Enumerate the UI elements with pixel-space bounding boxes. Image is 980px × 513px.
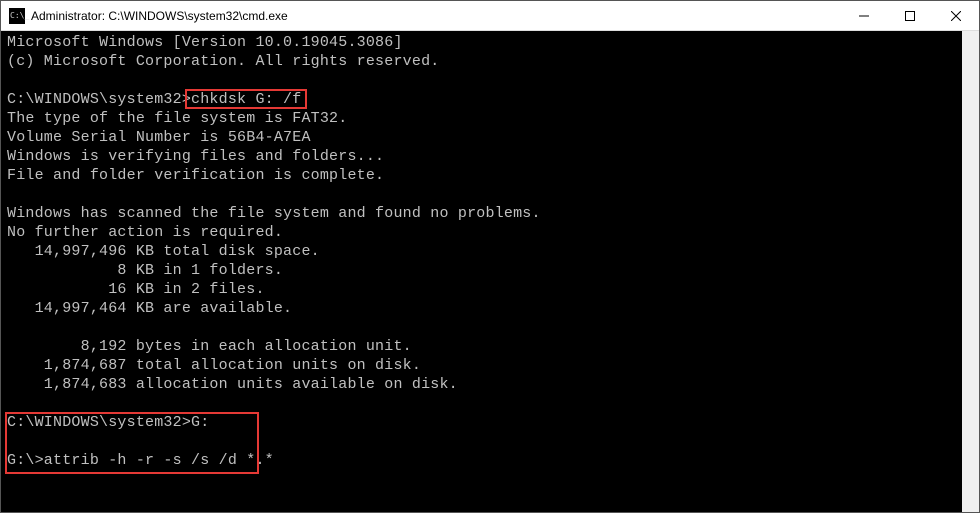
window-title: Administrator: C:\WINDOWS\system32\cmd.e… bbox=[31, 1, 841, 31]
terminal-line: 16 KB in 2 files. bbox=[7, 280, 962, 299]
terminal-line: 8 KB in 1 folders. bbox=[7, 261, 962, 280]
terminal-line: C:\WINDOWS\system32>G: bbox=[7, 413, 962, 432]
cmd-icon bbox=[9, 8, 25, 24]
terminal-line: C:\WINDOWS\system32>chkdsk G: /f bbox=[7, 90, 962, 109]
terminal-line: 8,192 bytes in each allocation unit. bbox=[7, 337, 962, 356]
terminal-line bbox=[7, 470, 962, 489]
terminal-line: (c) Microsoft Corporation. All rights re… bbox=[7, 52, 962, 71]
cmd-window: Administrator: C:\WINDOWS\system32\cmd.e… bbox=[0, 0, 980, 513]
close-button[interactable] bbox=[933, 1, 979, 30]
terminal-line: Microsoft Windows [Version 10.0.19045.30… bbox=[7, 33, 962, 52]
terminal-line: 14,997,464 KB are available. bbox=[7, 299, 962, 318]
terminal-line: 1,874,683 allocation units available on … bbox=[7, 375, 962, 394]
terminal-line: No further action is required. bbox=[7, 223, 962, 242]
terminal-line bbox=[7, 71, 962, 90]
minimize-button[interactable] bbox=[841, 1, 887, 30]
vertical-scrollbar[interactable] bbox=[962, 31, 979, 512]
terminal-line bbox=[7, 394, 962, 413]
terminal-line bbox=[7, 185, 962, 204]
terminal-line: Windows is verifying files and folders..… bbox=[7, 147, 962, 166]
terminal-line bbox=[7, 432, 962, 451]
terminal-output[interactable]: Microsoft Windows [Version 10.0.19045.30… bbox=[1, 31, 962, 512]
terminal-line bbox=[7, 318, 962, 337]
titlebar[interactable]: Administrator: C:\WINDOWS\system32\cmd.e… bbox=[1, 1, 979, 31]
terminal-line: The type of the file system is FAT32. bbox=[7, 109, 962, 128]
terminal-line: 14,997,496 KB total disk space. bbox=[7, 242, 962, 261]
maximize-button[interactable] bbox=[887, 1, 933, 30]
terminal-line: Volume Serial Number is 56B4-A7EA bbox=[7, 128, 962, 147]
terminal-line: Windows has scanned the file system and … bbox=[7, 204, 962, 223]
terminal-line: File and folder verification is complete… bbox=[7, 166, 962, 185]
terminal-line: G:\>attrib -h -r -s /s /d *.* bbox=[7, 451, 962, 470]
window-controls bbox=[841, 1, 979, 30]
terminal-line: 1,874,687 total allocation units on disk… bbox=[7, 356, 962, 375]
